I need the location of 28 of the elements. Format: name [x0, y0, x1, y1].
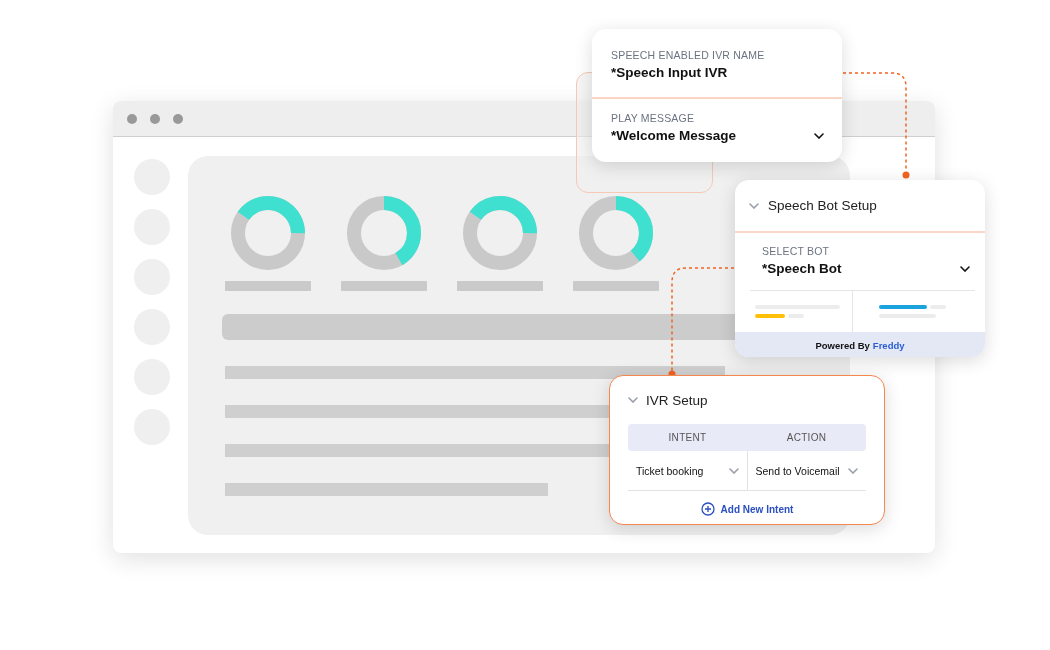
add-intent-button[interactable]: Add New Intent: [694, 501, 800, 517]
card-title: IVR Setup: [646, 392, 708, 408]
connector-dot: [902, 171, 910, 179]
column-header: INTENT: [667, 432, 708, 443]
chevron-icon: [628, 397, 638, 403]
window-dot-icon: [150, 113, 160, 124]
card-title: Speech Bot Setup: [768, 198, 877, 213]
chevron-icon: [728, 467, 739, 474]
dropdown-value[interactable]: *Welcome Message: [611, 128, 737, 143]
footer-text: Powered By: [815, 340, 870, 351]
chevron-icon: [814, 132, 824, 139]
chevron-icon: [749, 202, 759, 209]
field-label: PLAY MESSAGE: [611, 112, 696, 124]
action-dropdown[interactable]: Send to Voicemail: [746, 451, 866, 490]
column-header: ACTION: [785, 432, 828, 443]
placeholder-line: [755, 314, 785, 318]
dropdown-value[interactable]: *Speech Bot: [762, 261, 842, 276]
intent-dropdown[interactable]: Ticket booking: [628, 451, 747, 490]
window-dot-icon: [127, 113, 137, 124]
field-label: SPEECH ENABLED IVR NAME: [611, 49, 766, 61]
brand-link[interactable]: Freddy: [872, 340, 905, 351]
window-dot-icon: [173, 113, 183, 124]
placeholder-line: [878, 305, 927, 309]
field-value[interactable]: *Speech Input IVR: [611, 65, 728, 80]
field-label: SELECT BOT: [762, 245, 831, 257]
chevron-icon: [848, 467, 858, 474]
plus-circle-icon: [700, 502, 715, 516]
chevron-icon: [960, 265, 970, 272]
